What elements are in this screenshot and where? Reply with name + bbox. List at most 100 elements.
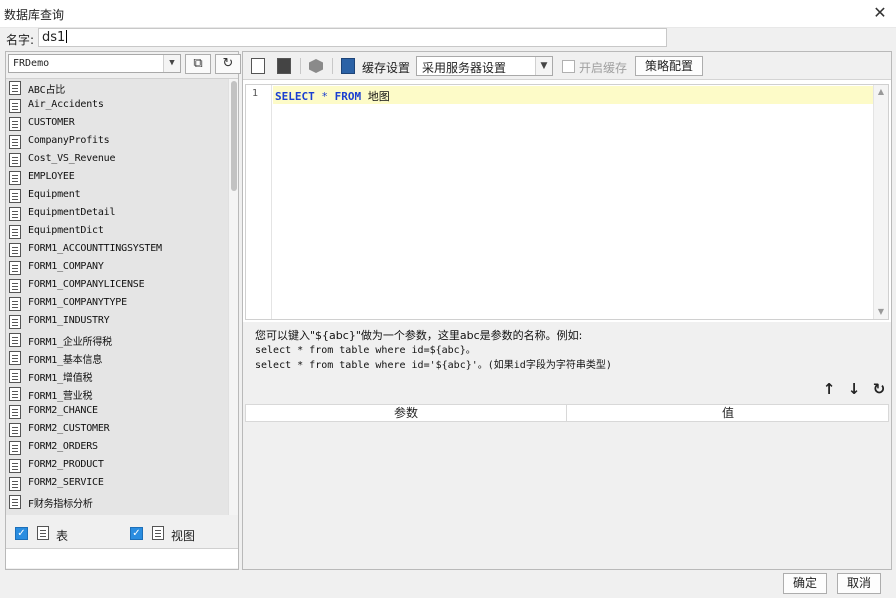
table-list-item[interactable]: CUSTOMER: [6, 115, 228, 133]
hint-line-3: select * from table where id='${abc}'。(如…: [255, 360, 612, 371]
scroll-up-icon[interactable]: ▲: [874, 85, 888, 99]
table-icon: [9, 135, 21, 149]
table-icon: [9, 99, 21, 113]
table-list-item[interactable]: ABC占比: [6, 79, 228, 97]
cache-mode-select[interactable]: 采用服务器设置 ▼: [416, 56, 553, 76]
table-filter-checkbox[interactable]: ✓: [15, 527, 28, 540]
sql-keyword: SELECT: [275, 90, 315, 103]
ok-button[interactable]: 确定: [783, 573, 827, 594]
hint-line-2: select * from table where id=${abc}。: [255, 345, 476, 356]
table-list-item[interactable]: FORM2_PRODUCT: [6, 457, 228, 475]
table-list-item[interactable]: FORM1_基本信息: [6, 349, 228, 367]
cache-settings-label: 缓存设置: [362, 61, 411, 75]
table-icon: [9, 279, 21, 293]
table-list-item[interactable]: Cost_VS_Revenue: [6, 151, 228, 169]
edit-connection-button[interactable]: ⧉: [185, 54, 211, 74]
connection-select[interactable]: FRDemo ▼: [8, 54, 181, 73]
chevron-down-icon[interactable]: ▼: [163, 55, 180, 72]
table-list-item[interactable]: CompanyProfits: [6, 133, 228, 151]
table-list-item[interactable]: FORM1_COMPANYLICENSE: [6, 277, 228, 295]
table-name: FORM2_ORDERS: [28, 441, 98, 452]
table-name: Cost_VS_Revenue: [28, 153, 116, 164]
filter-search-input[interactable]: [6, 548, 238, 568]
filter-bar: ✓ 表 ✓ 视图: [6, 515, 238, 569]
table-list-item[interactable]: FORM1_营业税: [6, 385, 228, 403]
table-list-item[interactable]: EquipmentDetail: [6, 205, 228, 223]
table-list-scrollbar[interactable]: [228, 79, 238, 515]
toolbar-divider: [332, 58, 333, 74]
table-list-item[interactable]: FORM1_企业所得税: [6, 331, 228, 349]
table-name: FORM1_企业所得税: [28, 337, 112, 348]
chevron-down-icon[interactable]: ▼: [535, 57, 552, 75]
table-list-item[interactable]: FORM2_CUSTOMER: [6, 421, 228, 439]
table-list-item[interactable]: EMPLOYEE: [6, 169, 228, 187]
parameter-hint: 您可以键入"${abc}"做为一个参数，这里abc是参数的名称。例如: sele…: [255, 328, 612, 373]
table-list-item[interactable]: FORM2_CHANCE: [6, 403, 228, 421]
table-name: FORM1_COMPANYLICENSE: [28, 279, 145, 290]
table-icon: [9, 405, 21, 419]
table-name: FORM1_基本信息: [28, 355, 103, 366]
table-icon: [9, 351, 21, 365]
connection-bar: FRDemo ▼ ⧉ ↻: [6, 52, 241, 76]
move-up-icon[interactable]: ↑: [820, 380, 838, 398]
name-input[interactable]: ds1: [38, 28, 667, 47]
sql-format-icon[interactable]: [277, 58, 291, 74]
table-name: Equipment: [28, 189, 81, 200]
scroll-down-icon[interactable]: ▼: [874, 305, 888, 319]
table-icon: [9, 423, 21, 437]
preview-icon[interactable]: [251, 58, 265, 74]
param-toolbar: ↑ ↓ ↻: [243, 374, 891, 404]
table-list-item[interactable]: FORM2_ORDERS: [6, 439, 228, 457]
table-items: ABC占比 Air_Accidents CUSTOMER CompanyProfits…: [6, 79, 228, 515]
stop-icon[interactable]: [309, 59, 323, 73]
name-label: 名字:: [6, 33, 35, 47]
left-panel: FRDemo ▼ ⧉ ↻ ABC占比 Air_Accidents CUSTOMER C…: [5, 51, 241, 570]
text-caret: [66, 30, 68, 43]
close-icon[interactable]: ✕: [870, 3, 890, 23]
param-column-header[interactable]: 参数: [246, 405, 567, 421]
view-filter-checkbox[interactable]: ✓: [130, 527, 143, 540]
sql-editor[interactable]: 1 SELECT * FROM 地图 ▲ ▼: [245, 84, 889, 320]
table-list-item[interactable]: FORM1_增值税: [6, 367, 228, 385]
table-name: EMPLOYEE: [28, 171, 75, 182]
scrollbar-thumb[interactable]: [231, 81, 237, 191]
table-list[interactable]: ABC占比 Air_Accidents CUSTOMER CompanyProfits…: [6, 78, 238, 515]
table-icon: [9, 243, 21, 257]
table-icon: [9, 297, 21, 311]
table-list-item[interactable]: FORM1_ACCOUNTTINGSYSTEM: [6, 241, 228, 259]
sql-code[interactable]: SELECT * FROM 地图: [275, 88, 390, 104]
table-icon: [9, 117, 21, 131]
value-column-header[interactable]: 值: [568, 405, 888, 421]
cancel-button[interactable]: 取消: [837, 573, 881, 594]
move-down-icon[interactable]: ↓: [845, 380, 863, 398]
editor-scrollbar[interactable]: ▲ ▼: [873, 85, 888, 319]
table-list-item[interactable]: F财务指标分析: [6, 493, 228, 511]
name-row: 名字: ds1: [0, 28, 896, 50]
enable-cache-label: 开启缓存: [579, 61, 628, 75]
refresh-icon: ↻: [222, 56, 234, 71]
table-list-item[interactable]: FORM1_COMPANYTYPE: [6, 295, 228, 313]
cache-mode-value: 采用服务器设置: [422, 61, 507, 75]
table-list-item[interactable]: FORM1_INDUSTRY: [6, 313, 228, 331]
table-list-item[interactable]: EquipmentDict: [6, 223, 228, 241]
table-icon: [9, 207, 21, 221]
refresh-params-icon[interactable]: ↻: [870, 380, 888, 398]
edit-connection-icon: ⧉: [193, 56, 203, 71]
table-icon: [9, 315, 21, 329]
strategy-config-button[interactable]: 策略配置: [635, 56, 703, 76]
table-list-item[interactable]: FORM2_SERVICE: [6, 475, 228, 493]
table-name: FORM2_CUSTOMER: [28, 423, 110, 434]
table-name: FORM1_INDUSTRY: [28, 315, 110, 326]
window-title: 数据库查询: [4, 8, 65, 22]
table-icon: [9, 171, 21, 185]
table-name: EquipmentDict: [28, 225, 104, 236]
table-list-item[interactable]: Equipment: [6, 187, 228, 205]
table-name: FORM1_COMPANYTYPE: [28, 297, 127, 308]
view-filter-label: 视图: [171, 529, 196, 543]
table-icon: [9, 477, 21, 491]
table-icon: [9, 495, 21, 509]
table-list-item[interactable]: FORM1_COMPANY: [6, 259, 228, 277]
enable-cache-checkbox[interactable]: [562, 60, 575, 73]
refresh-connection-button[interactable]: ↻: [215, 54, 241, 74]
table-list-item[interactable]: Air_Accidents: [6, 97, 228, 115]
